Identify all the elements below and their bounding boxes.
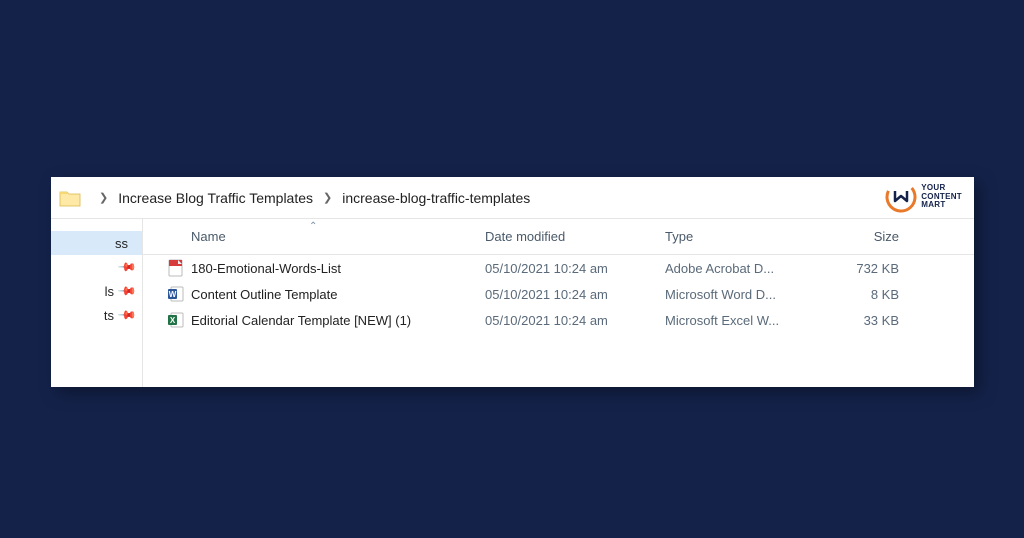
nav-item-label: ss xyxy=(51,236,128,251)
chevron-right-icon: ❯ xyxy=(91,191,116,204)
pin-icon: 📌 xyxy=(117,257,137,277)
file-row[interactable]: 180-Emotional-Words-List 05/10/2021 10:2… xyxy=(143,255,974,281)
folder-icon xyxy=(59,189,81,207)
file-name: Content Outline Template xyxy=(189,287,485,302)
file-size: 33 KB xyxy=(825,313,915,328)
nav-item[interactable]: ss xyxy=(51,231,142,255)
nav-item-label: ts xyxy=(51,308,114,323)
excel-file-icon: X xyxy=(167,311,185,329)
pin-icon: 📌 xyxy=(117,281,137,301)
file-list-pane: Name ⌃ Date modified Type Size 180-Emoti… xyxy=(143,219,974,387)
content-area: ss 📌 ls 📌 ts 📌 Name ⌃ Date xyxy=(51,219,974,387)
brand-mark-icon xyxy=(885,181,917,213)
column-header-size[interactable]: Size xyxy=(825,229,915,244)
file-date: 05/10/2021 10:24 am xyxy=(485,287,665,302)
file-explorer-window: ❯ Increase Blog Traffic Templates ❯ incr… xyxy=(51,177,974,387)
file-rows: 180-Emotional-Words-List 05/10/2021 10:2… xyxy=(143,255,974,333)
file-type: Microsoft Excel W... xyxy=(665,313,825,328)
sort-ascending-icon: ⌃ xyxy=(309,221,317,232)
column-headers: Name ⌃ Date modified Type Size xyxy=(143,219,974,255)
brand-text: YOUR CONTENT MART xyxy=(921,184,962,209)
column-header-name[interactable]: Name ⌃ xyxy=(189,229,485,244)
nav-item[interactable]: ts 📌 xyxy=(51,303,142,327)
column-header-date[interactable]: Date modified xyxy=(485,229,665,244)
breadcrumb-segment[interactable]: Increase Blog Traffic Templates xyxy=(116,190,315,206)
svg-text:X: X xyxy=(170,316,176,325)
nav-item-label: ls xyxy=(51,284,114,299)
nav-item[interactable]: ls 📌 xyxy=(51,279,142,303)
file-name: 180-Emotional-Words-List xyxy=(189,261,485,276)
navigation-pane: ss 📌 ls 📌 ts 📌 xyxy=(51,219,143,387)
brand-logo: YOUR CONTENT MART xyxy=(885,181,962,213)
chevron-right-icon: ❯ xyxy=(315,191,340,204)
breadcrumb-bar: ❯ Increase Blog Traffic Templates ❯ incr… xyxy=(51,177,974,219)
file-type: Adobe Acrobat D... xyxy=(665,261,825,276)
file-type: Microsoft Word D... xyxy=(665,287,825,302)
file-row[interactable]: W Content Outline Template 05/10/2021 10… xyxy=(143,281,974,307)
file-name: Editorial Calendar Template [NEW] (1) xyxy=(189,313,485,328)
word-file-icon: W xyxy=(167,285,185,303)
svg-text:W: W xyxy=(169,290,177,299)
file-row[interactable]: X Editorial Calendar Template [NEW] (1) … xyxy=(143,307,974,333)
breadcrumb-segment[interactable]: increase-blog-traffic-templates xyxy=(340,190,532,206)
file-date: 05/10/2021 10:24 am xyxy=(485,313,665,328)
nav-item[interactable]: 📌 xyxy=(51,255,142,279)
pdf-file-icon xyxy=(167,259,185,277)
column-header-type[interactable]: Type xyxy=(665,229,825,244)
file-date: 05/10/2021 10:24 am xyxy=(485,261,665,276)
pin-icon: 📌 xyxy=(117,305,137,325)
file-size: 732 KB xyxy=(825,261,915,276)
file-size: 8 KB xyxy=(825,287,915,302)
